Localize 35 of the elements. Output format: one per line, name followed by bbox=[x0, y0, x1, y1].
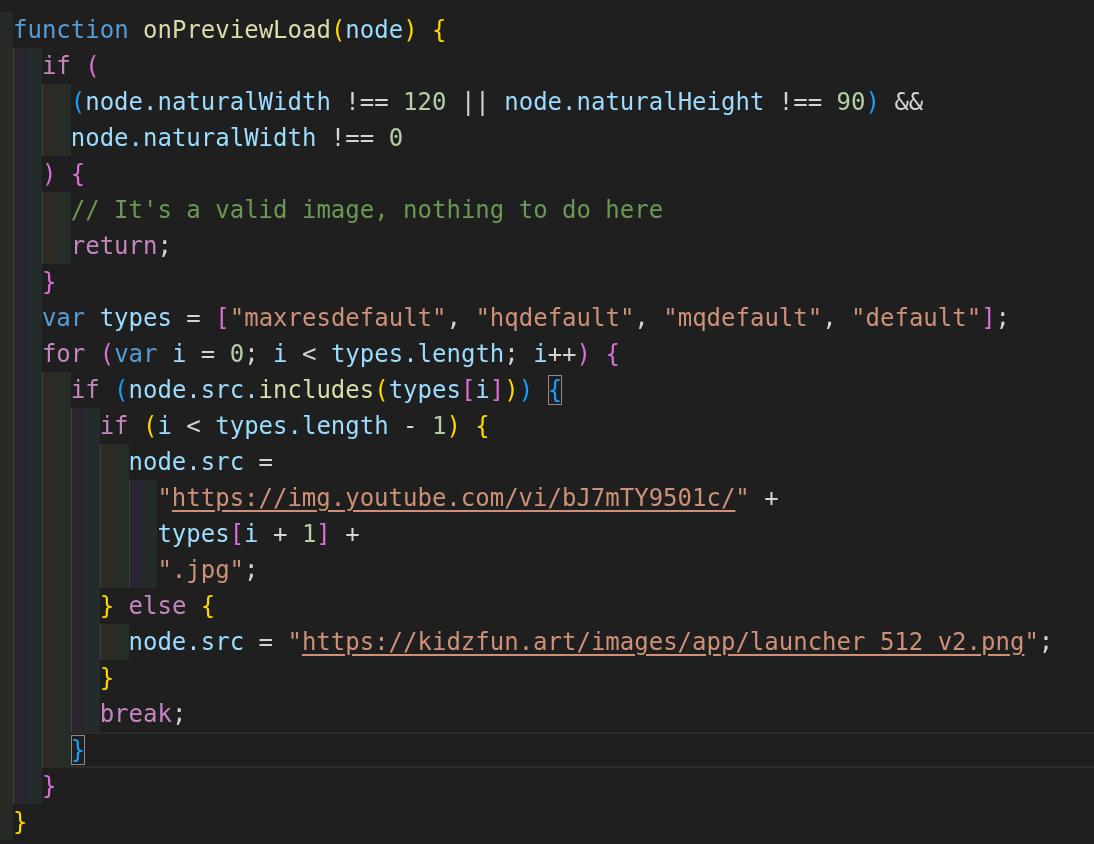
code-line: function onPreviewLoad(node) { bbox=[13, 15, 447, 46]
code-line: (node.naturalWidth !== 120 || node.naturalHeight !== 90) && bbox=[70, 87, 924, 118]
code-line: if (i < types.length - 1) { bbox=[99, 411, 490, 442]
code-line: } bbox=[99, 663, 115, 694]
bracket-highlight: } bbox=[70, 735, 86, 765]
indent-guide bbox=[13, 48, 28, 84]
code-line: break; bbox=[99, 699, 187, 730]
code-line: } bbox=[13, 807, 28, 838]
code-line: } bbox=[41, 267, 57, 298]
link[interactable]: https://kidzfun.art/images/app/launcher_512_v2.png bbox=[301, 628, 1025, 656]
code-line: node.naturalWidth !== 0 bbox=[70, 123, 404, 154]
code-line: for (var i = 0; i < types.length; i++) { bbox=[41, 339, 620, 370]
code-line: return; bbox=[70, 231, 172, 262]
indent-guide bbox=[114, 444, 129, 480]
code-line: types[i + 1] + bbox=[157, 519, 360, 550]
indent-guide bbox=[56, 372, 71, 408]
code-line: // It's a valid image, nothing to do here bbox=[70, 195, 664, 226]
indent-guide bbox=[56, 732, 71, 768]
indent-guide bbox=[27, 768, 42, 804]
code-line: node.src = bbox=[128, 447, 273, 478]
code-line: } else { bbox=[99, 591, 216, 622]
code-line: if (node.src.includes(types[i])) { bbox=[70, 374, 563, 407]
code-line: var types = ["maxresdefault", "hqdefault", "mqdefault", "default"]; bbox=[41, 303, 1011, 334]
indent-guide bbox=[27, 48, 42, 84]
code-line: ".jpg"; bbox=[157, 555, 259, 586]
code-line: "https://img.youtube.com/vi/bJ7mTY9501c/" + bbox=[157, 483, 779, 514]
bracket-highlight: { bbox=[547, 375, 563, 405]
indent-guide bbox=[85, 408, 100, 444]
code-line: if ( bbox=[41, 51, 100, 82]
code-line: ) { bbox=[41, 159, 86, 190]
code-line: node.src = "https://kidzfun.art/images/app/launcher_512_v2.png"; bbox=[128, 627, 1054, 658]
link[interactable]: https://img.youtube.com/vi/bJ7mTY9501c/ bbox=[171, 484, 736, 512]
indent-guide bbox=[114, 552, 129, 588]
code-line: } bbox=[41, 771, 57, 802]
indent-guide bbox=[13, 768, 28, 804]
